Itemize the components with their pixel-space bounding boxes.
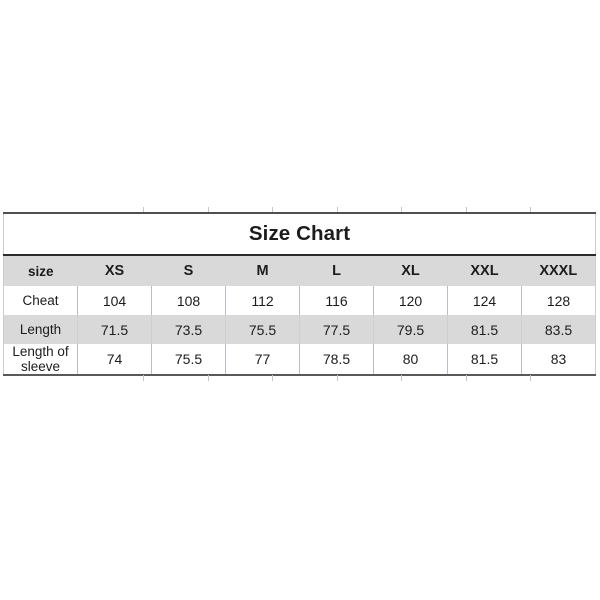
cell-length-xs: 71.5 <box>77 315 152 344</box>
cell-sleeve-xl: 80 <box>373 344 448 376</box>
cell-length-m: 75.5 <box>225 315 300 344</box>
table-row: Cheat 104 108 112 116 120 124 128 <box>3 286 596 315</box>
column-header-s: S <box>151 255 226 286</box>
cell-length-xxl: 81.5 <box>447 315 522 344</box>
cell-cheat-l: 116 <box>299 286 374 315</box>
cell-sleeve-m: 77 <box>225 344 300 376</box>
cell-cheat-xs: 104 <box>77 286 152 315</box>
column-header-size: size <box>3 255 78 286</box>
cell-sleeve-xs: 74 <box>77 344 152 376</box>
cell-sleeve-xxl: 81.5 <box>447 344 522 376</box>
column-header-xxxl: XXXL <box>521 255 596 286</box>
size-chart-table: Size Chart size XS S M L XL XXL XXXL Che… <box>3 212 596 376</box>
cell-sleeve-l: 78.5 <box>299 344 374 376</box>
cell-cheat-m: 112 <box>225 286 300 315</box>
cell-cheat-xxl: 124 <box>447 286 522 315</box>
cell-length-xl: 79.5 <box>373 315 448 344</box>
page-title: Size Chart <box>3 212 596 256</box>
cell-cheat-xxxl: 128 <box>521 286 596 315</box>
column-header-l: L <box>299 255 374 286</box>
column-header-xl: XL <box>373 255 448 286</box>
column-header-xs: XS <box>77 255 152 286</box>
column-header-xxl: XXL <box>447 255 522 286</box>
cell-sleeve-s: 75.5 <box>151 344 226 376</box>
cell-sleeve-xxxl: 83 <box>521 344 596 376</box>
table-header-row: size XS S M L XL XXL XXXL <box>3 255 596 286</box>
column-header-m: M <box>225 255 300 286</box>
cell-cheat-s: 108 <box>151 286 226 315</box>
table-row: Length of sleeve 74 75.5 77 78.5 80 81.5… <box>3 344 596 376</box>
row-label-length: Length <box>3 315 78 344</box>
table-row: Length 71.5 73.5 75.5 77.5 79.5 81.5 83.… <box>3 315 596 344</box>
cell-length-s: 73.5 <box>151 315 226 344</box>
cell-length-l: 77.5 <box>299 315 374 344</box>
row-label-cheat: Cheat <box>3 286 78 315</box>
cell-cheat-xl: 120 <box>373 286 448 315</box>
cell-length-xxxl: 83.5 <box>521 315 596 344</box>
size-chart-container: Size Chart size XS S M L XL XXL XXXL Che… <box>3 207 596 382</box>
row-label-length-of-sleeve: Length of sleeve <box>3 344 78 376</box>
table-title-row: Size Chart <box>3 212 596 256</box>
